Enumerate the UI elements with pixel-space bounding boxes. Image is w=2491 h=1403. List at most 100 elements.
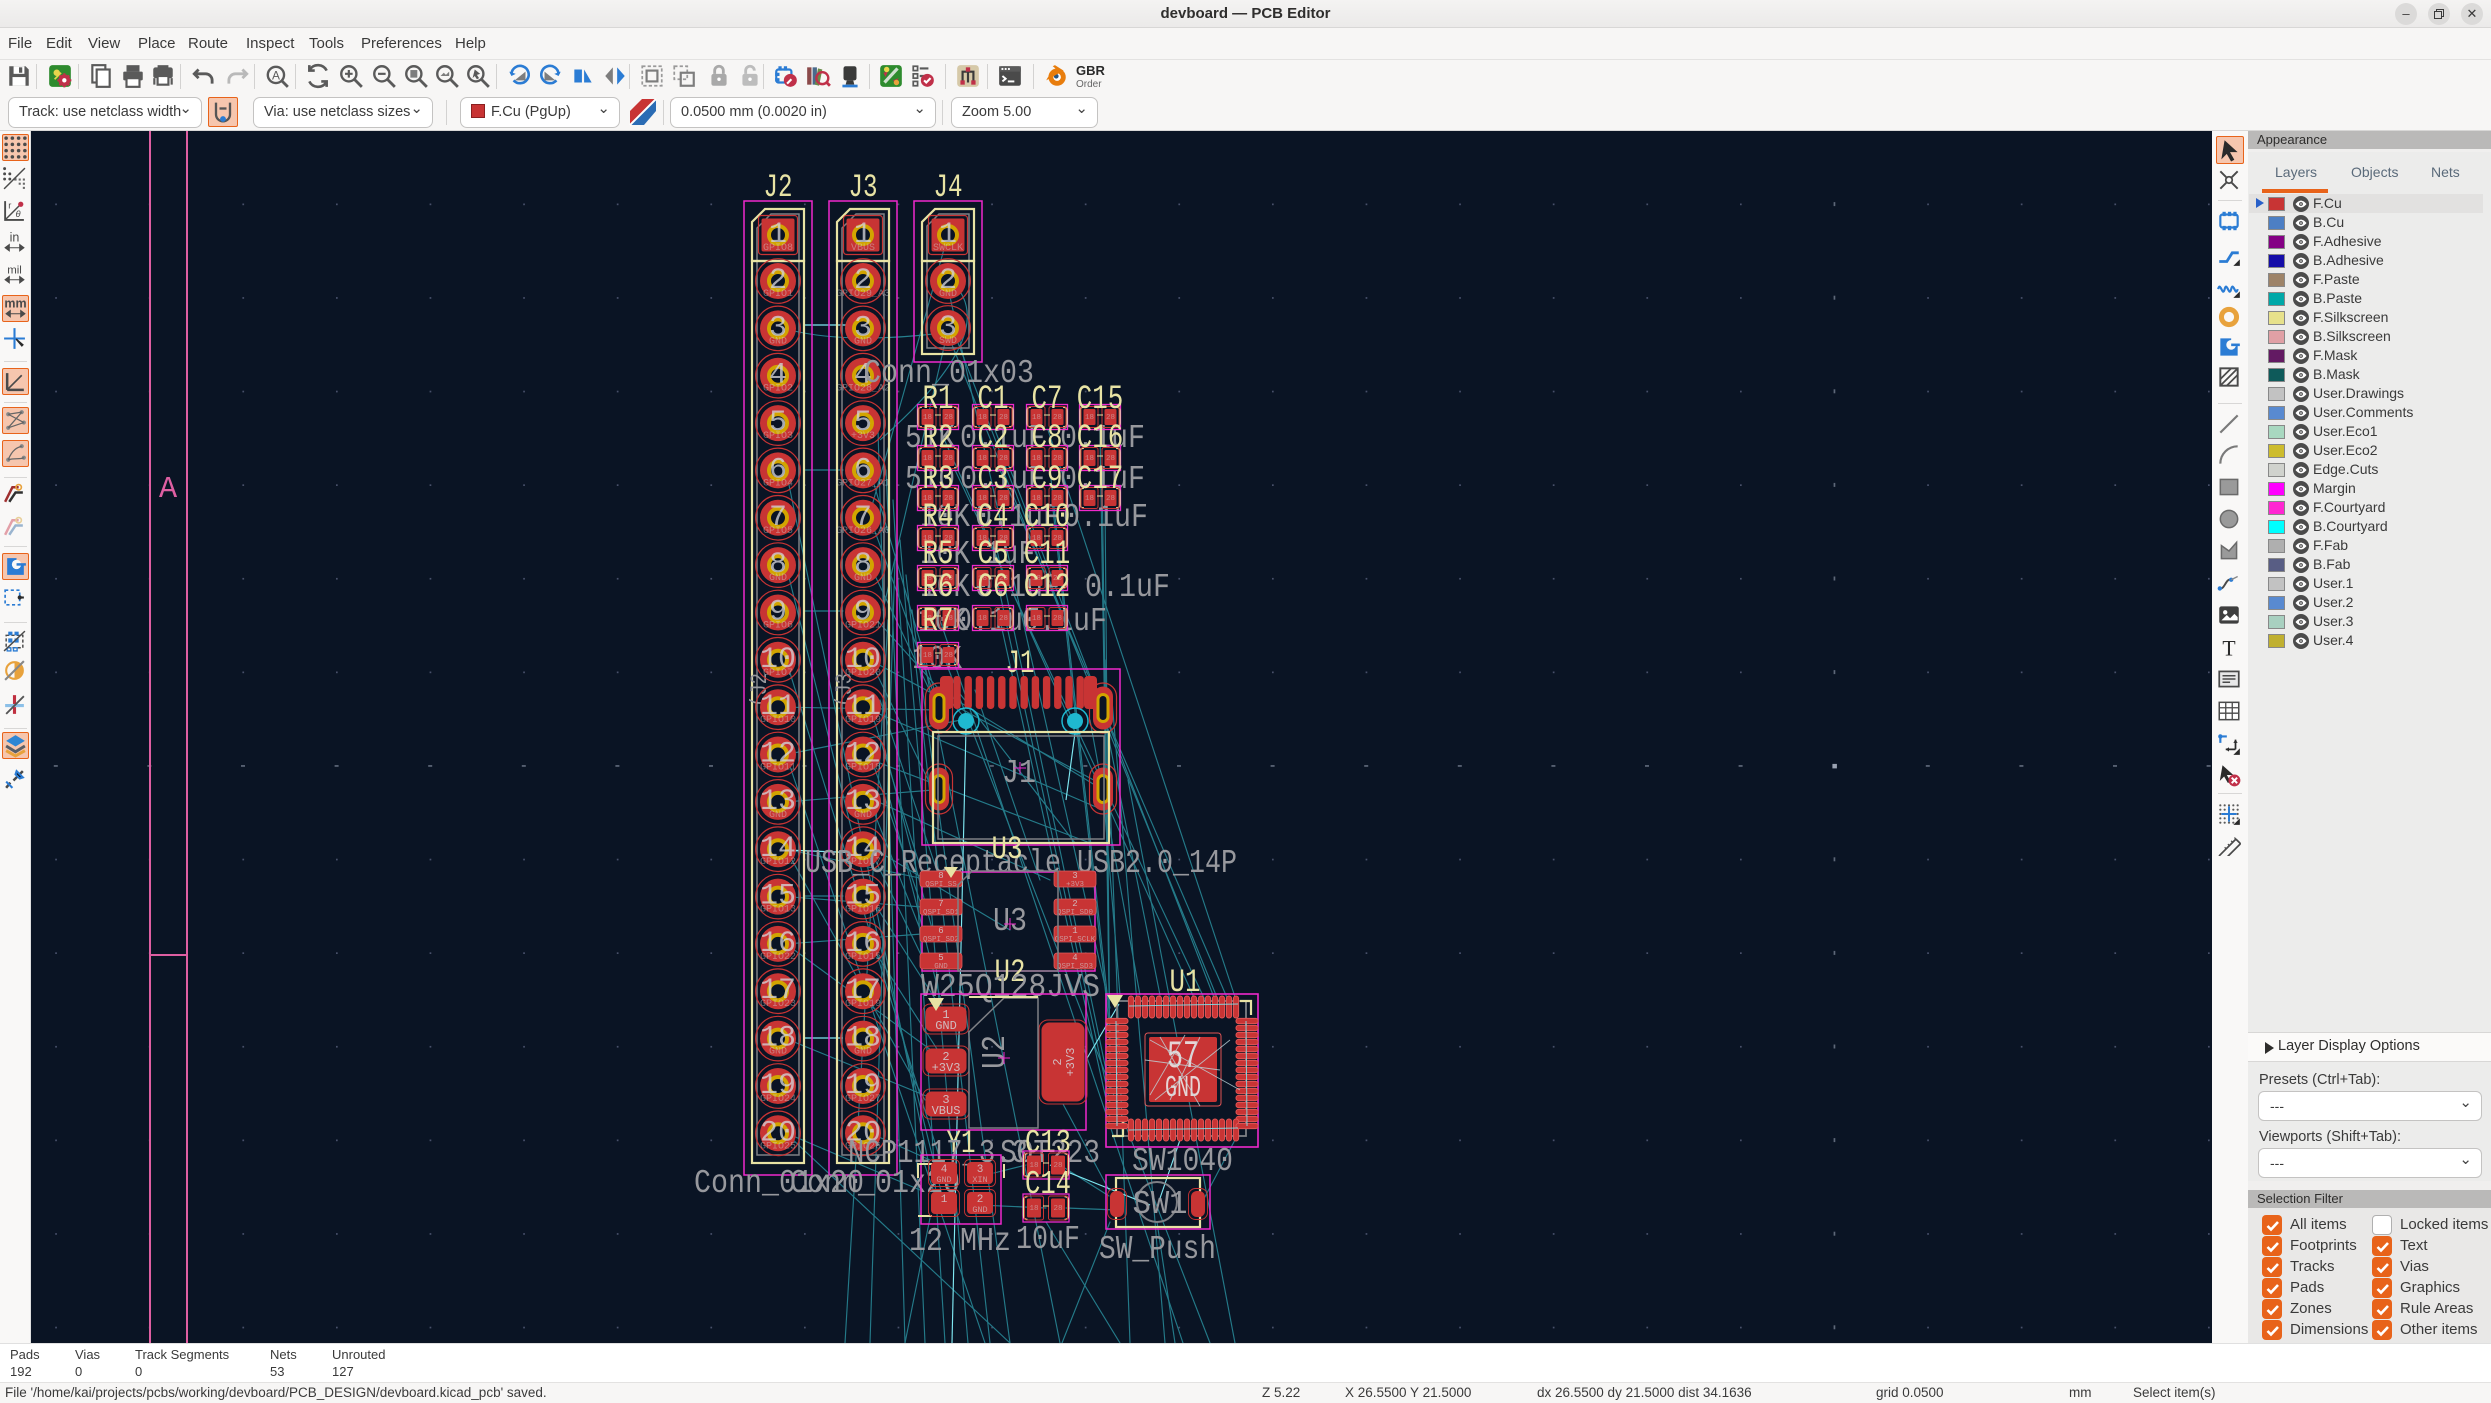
svg-text:GPIO21: GPIO21 bbox=[845, 621, 881, 632]
svg-text:1: 1 bbox=[1072, 926, 1077, 936]
svg-text:SWCLK: SWCLK bbox=[933, 243, 963, 254]
svg-text:GPIO23: GPIO23 bbox=[760, 999, 796, 1010]
svg-text:2: 2 bbox=[1051, 1058, 1065, 1065]
svg-text:18: 18 bbox=[1029, 1205, 1038, 1213]
svg-text:R4: R4 bbox=[923, 498, 954, 537]
svg-text:mm: mm bbox=[4, 296, 26, 310]
svg-text:C9: C9 bbox=[1032, 460, 1063, 499]
svg-text:A: A bbox=[272, 68, 280, 82]
svg-text:J1: J1 bbox=[1002, 755, 1036, 793]
svg-text:R2: R2 bbox=[923, 419, 954, 458]
svg-text:C7: C7 bbox=[1032, 380, 1063, 419]
svg-text:GPIO15: GPIO15 bbox=[845, 952, 881, 963]
svg-text:C15: C15 bbox=[1077, 380, 1124, 419]
svg-text:GPIO16: GPIO16 bbox=[845, 905, 881, 916]
svg-text:3: 3 bbox=[1072, 871, 1077, 881]
svg-text:GPIO4: GPIO4 bbox=[763, 478, 793, 489]
svg-text:4: 4 bbox=[1072, 953, 1077, 963]
svg-text:R7: R7 bbox=[923, 602, 954, 641]
svg-text:GPIO7: GPIO7 bbox=[763, 668, 793, 679]
svg-text:GND: GND bbox=[972, 1205, 987, 1215]
svg-text:1: 1 bbox=[941, 1194, 948, 1206]
svg-text:C4: C4 bbox=[978, 498, 1009, 537]
svg-text:GND: GND bbox=[935, 1019, 957, 1033]
svg-text:in: in bbox=[10, 230, 20, 244]
svg-text:GPIO5: GPIO5 bbox=[763, 526, 793, 537]
svg-text:GND: GND bbox=[769, 1047, 787, 1058]
svg-text:U2: U2 bbox=[977, 1035, 1015, 1069]
svg-text:GND: GND bbox=[854, 336, 872, 347]
svg-text:+3V3: +3V3 bbox=[932, 1061, 961, 1075]
svg-text:+3V3: +3V3 bbox=[1064, 1048, 1078, 1077]
svg-text:GPIO19: GPIO19 bbox=[845, 715, 881, 726]
svg-text:J2: J2 bbox=[764, 169, 793, 206]
svg-text:GPIO19: GPIO19 bbox=[845, 999, 881, 1010]
svg-text:GPIO3: GPIO3 bbox=[763, 431, 793, 442]
svg-text:mil: mil bbox=[7, 264, 22, 276]
svg-text:C6: C6 bbox=[978, 568, 1009, 607]
svg-text:GPIO27: GPIO27 bbox=[845, 1094, 881, 1105]
svg-text:C8: C8 bbox=[1032, 419, 1063, 458]
svg-text:GPIO8: GPIO8 bbox=[763, 243, 793, 254]
svg-text:18: 18 bbox=[923, 652, 932, 660]
svg-text:SW1: SW1 bbox=[1133, 1186, 1188, 1224]
svg-text:GND: GND bbox=[854, 1047, 872, 1058]
svg-text:GPIO24: GPIO24 bbox=[760, 1094, 796, 1105]
svg-text:GND: GND bbox=[854, 810, 872, 821]
svg-text:6: 6 bbox=[938, 926, 943, 936]
svg-text:28: 28 bbox=[944, 652, 953, 660]
svg-text:GPIO18: GPIO18 bbox=[845, 763, 881, 774]
svg-text:0.1uF: 0.1uF bbox=[1085, 569, 1170, 607]
svg-text:GPIO26_A0: GPIO26_A0 bbox=[836, 526, 890, 537]
svg-text:GPIO1: GPIO1 bbox=[763, 289, 793, 300]
svg-text:GND: GND bbox=[769, 336, 787, 347]
svg-text:W25Q128JVS: W25Q128JVS bbox=[921, 969, 1100, 1007]
svg-text:XIN: XIN bbox=[972, 1175, 987, 1185]
svg-text:10uF: 10uF bbox=[1016, 1221, 1080, 1259]
svg-text:GPIO11: GPIO11 bbox=[760, 763, 796, 774]
svg-text:QSPI_SCLK: QSPI_SCLK bbox=[1055, 936, 1096, 944]
svg-text:GPIO12: GPIO12 bbox=[760, 857, 796, 868]
svg-text:GND: GND bbox=[939, 289, 957, 300]
svg-text:C17: C17 bbox=[1077, 460, 1124, 499]
svg-text:+3V3: +3V3 bbox=[851, 431, 875, 442]
svg-text:C3: C3 bbox=[978, 460, 1009, 499]
svg-text:12 MHz: 12 MHz bbox=[909, 1223, 1011, 1261]
svg-text:2: 2 bbox=[1072, 899, 1077, 909]
svg-text:J1: J1 bbox=[1006, 645, 1035, 682]
svg-text:10K: 10K bbox=[912, 641, 963, 679]
svg-text:QSPI_SD0: QSPI_SD0 bbox=[1057, 909, 1094, 917]
svg-text:GPIO25: GPIO25 bbox=[760, 1141, 796, 1152]
svg-text:GPIO22: GPIO22 bbox=[760, 952, 796, 963]
svg-text:R3: R3 bbox=[923, 460, 954, 499]
svg-text:GND: GND bbox=[769, 810, 787, 821]
svg-text:r: r bbox=[8, 200, 11, 210]
svg-text:C12: C12 bbox=[1024, 568, 1071, 607]
svg-text:GPIO27_A1: GPIO27_A1 bbox=[836, 478, 890, 489]
svg-text:18: 18 bbox=[978, 615, 987, 623]
svg-text:QSPI_SD1: QSPI_SD1 bbox=[923, 909, 960, 917]
svg-text:QSPI_SD2: QSPI_SD2 bbox=[923, 936, 959, 944]
svg-text:GND: GND bbox=[854, 573, 872, 584]
svg-text:8: 8 bbox=[938, 871, 943, 881]
svg-text:SWD: SWD bbox=[939, 336, 957, 347]
svg-text:5: 5 bbox=[938, 953, 943, 963]
svg-text:J4: J4 bbox=[934, 169, 963, 206]
svg-text:SW_Push: SW_Push bbox=[1099, 1231, 1216, 1269]
svg-text:GPIO2: GPIO2 bbox=[763, 384, 793, 395]
svg-text:C2: C2 bbox=[978, 419, 1009, 458]
svg-text:GPIO10: GPIO10 bbox=[760, 715, 796, 726]
svg-text:GPIO29_A3: GPIO29_A3 bbox=[836, 289, 890, 300]
svg-text:28: 28 bbox=[999, 615, 1008, 623]
svg-text:QSPI_SS: QSPI_SS bbox=[925, 881, 957, 889]
svg-text:GPIO6: GPIO6 bbox=[763, 621, 793, 632]
svg-text:VBUS: VBUS bbox=[932, 1104, 961, 1118]
svg-text:T: T bbox=[2222, 637, 2235, 661]
svg-text:C1: C1 bbox=[978, 380, 1009, 419]
svg-text:J3: J3 bbox=[849, 169, 878, 206]
svg-text:28: 28 bbox=[1053, 615, 1062, 623]
svg-text:A: A bbox=[159, 473, 178, 507]
svg-text:θ: θ bbox=[16, 209, 21, 219]
svg-text:GND: GND bbox=[769, 573, 787, 584]
svg-text:18: 18 bbox=[1032, 615, 1041, 623]
